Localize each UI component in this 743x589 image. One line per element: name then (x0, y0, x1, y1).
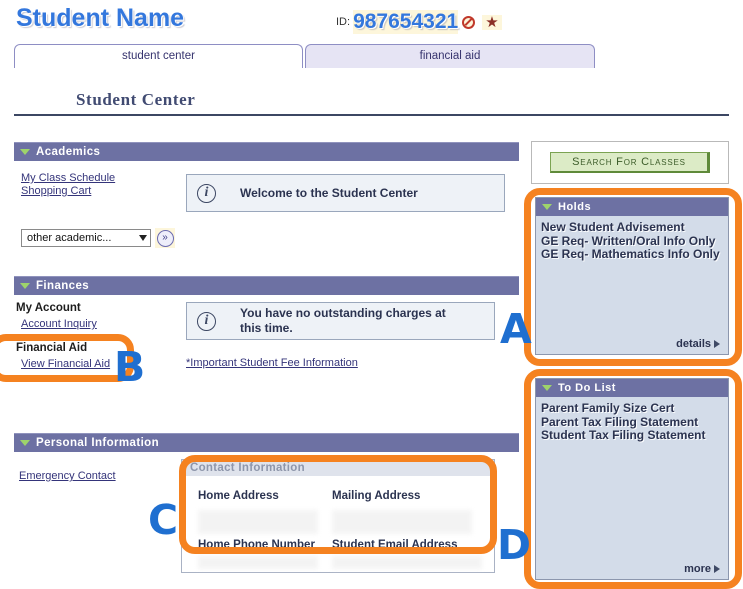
chevron-down-icon (139, 235, 147, 241)
info-icon: i (197, 311, 216, 331)
title-rule (14, 114, 729, 116)
label-home-address: Home Address (198, 490, 279, 502)
holds-details-label: details (676, 338, 711, 350)
collapse-triangle-icon[interactable] (20, 149, 30, 155)
holds-panel: Holds New Student Advisement GE Req- Wri… (535, 197, 729, 355)
annotation-marker-c: C (148, 496, 179, 544)
hold-item[interactable]: GE Req- Mathematics Info Only (541, 247, 724, 262)
contact-information-box: Contact Information Home Address Mailing… (181, 459, 495, 573)
to-do-item[interactable]: Parent Tax Filing Statement (541, 415, 724, 430)
other-academic-select[interactable]: other academic... (21, 229, 151, 247)
redacted-student-email-value (332, 556, 482, 569)
main-tabs: student center financial aid (14, 44, 595, 68)
collapse-triangle-icon[interactable] (542, 204, 552, 210)
collapse-triangle-icon[interactable] (20, 440, 30, 446)
tab-underline (14, 68, 729, 69)
info-icon: i (197, 183, 216, 203)
other-academic-select-value: other academic... (27, 232, 112, 244)
charges-message-text: You have no outstanding charges at this … (240, 306, 446, 335)
label-my-account: My Account (16, 302, 81, 314)
tab-financial-aid[interactable]: financial aid (305, 44, 595, 68)
link-important-student-fee-information[interactable]: *Important Student Fee Information (186, 357, 358, 369)
to-do-item[interactable]: Parent Family Size Cert (541, 401, 724, 416)
hold-item[interactable]: GE Req- Written/Oral Info Only (541, 234, 724, 249)
section-header-academics: Academics (14, 142, 519, 161)
go-button[interactable]: » (155, 228, 175, 248)
to-do-more-link[interactable]: more (684, 563, 720, 575)
annotation-marker-d: D (497, 521, 532, 569)
label-financial-aid: Financial Aid (16, 342, 88, 354)
link-view-financial-aid[interactable]: View Financial Aid (21, 358, 110, 370)
caret-right-icon (714, 565, 720, 574)
tab-student-center[interactable]: student center (14, 44, 303, 68)
redacted-home-address-value (198, 510, 318, 534)
page-student-name: Student Name (16, 4, 185, 32)
label-student-email-address: Student Email Address (332, 539, 458, 551)
section-header-finances: Finances (14, 276, 519, 295)
to-do-list-panel-body: Parent Family Size Cert Parent Tax Filin… (536, 397, 728, 580)
hold-item[interactable]: New Student Advisement (541, 220, 724, 235)
annotation-marker-b: B (114, 343, 146, 391)
section-title-finances: Finances (36, 280, 90, 292)
student-id-label: ID: (336, 16, 351, 28)
to-do-list-panel: To Do List Parent Family Size Cert Paren… (535, 378, 729, 580)
to-do-item[interactable]: Student Tax Filing Statement (541, 428, 724, 443)
to-do-list-panel-header: To Do List (536, 379, 728, 397)
search-for-classes-panel: Search For Classes (531, 141, 729, 184)
collapse-triangle-icon[interactable] (542, 385, 552, 391)
collapse-triangle-icon[interactable] (20, 283, 30, 289)
student-id-block: ID: 987654321 ★ (336, 10, 502, 34)
label-mailing-address: Mailing Address (332, 490, 421, 502)
caret-right-icon (714, 340, 720, 349)
student-center-page: Student Name ID: 987654321 ★ student cen… (0, 0, 743, 589)
link-my-class-schedule[interactable]: My Class Schedule (21, 172, 115, 184)
to-do-list-panel-title: To Do List (558, 382, 616, 394)
section-title-academics: Academics (36, 146, 101, 158)
holds-panel-body: New Student Advisement GE Req- Written/O… (536, 216, 728, 355)
student-id-value: 987654321 (353, 10, 459, 34)
holds-details-link[interactable]: details (676, 338, 720, 350)
section-header-personal-information: Personal Information (14, 433, 519, 452)
redacted-home-phone-value (198, 556, 318, 569)
annotation-marker-a: A (500, 305, 532, 353)
welcome-message-box: i Welcome to the Student Center (186, 174, 505, 212)
holds-panel-title: Holds (558, 201, 592, 213)
star-icon: ★ (482, 14, 502, 30)
page-title: Student Center (76, 90, 196, 109)
no-entry-icon (462, 15, 476, 29)
redacted-mailing-address-value (332, 510, 472, 534)
welcome-message-text: Welcome to the Student Center (240, 185, 418, 200)
search-for-classes-button[interactable]: Search For Classes (550, 152, 710, 173)
label-home-phone-number: Home Phone Number (198, 539, 315, 551)
holds-panel-header: Holds (536, 198, 728, 216)
link-shopping-cart[interactable]: Shopping Cart (21, 185, 91, 197)
other-academic-dropdown-group: other academic... » (21, 228, 175, 248)
section-title-personal-information: Personal Information (36, 437, 160, 449)
link-emergency-contact[interactable]: Emergency Contact (19, 470, 116, 482)
contact-information-title: Contact Information (182, 460, 494, 476)
charges-message-box: i You have no outstanding charges at thi… (186, 302, 495, 340)
to-do-more-label: more (684, 563, 711, 575)
link-account-inquiry[interactable]: Account Inquiry (21, 318, 97, 330)
go-button-label: » (156, 229, 174, 247)
